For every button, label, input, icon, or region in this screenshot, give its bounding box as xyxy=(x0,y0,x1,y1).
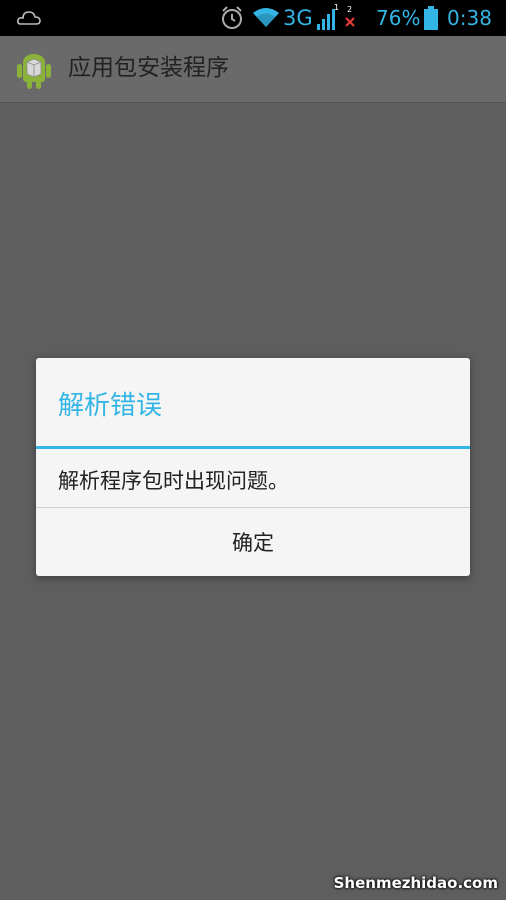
dialog-message: 解析程序包时出现问题。 xyxy=(58,469,289,493)
android-package-icon xyxy=(17,54,51,89)
network-type: 3G xyxy=(283,6,313,30)
cloud-icon xyxy=(17,11,41,25)
action-bar: 应用包安装程序 xyxy=(0,36,506,103)
ok-button[interactable]: 确定 xyxy=(36,508,470,576)
clock: 0:38 xyxy=(447,6,492,30)
signal-icon: 1 xyxy=(317,4,339,30)
no-signal-icon: 2 xyxy=(345,5,355,27)
watermark: Shenmezhidao.com xyxy=(333,874,498,892)
wifi-icon xyxy=(253,8,279,27)
status-bar: 3G 1 2 76% 0:38 xyxy=(0,0,506,36)
dialog-title: 解析错误 xyxy=(58,391,163,421)
parse-error-dialog: 解析错误 解析程序包时出现问题。 确定 xyxy=(36,358,470,576)
title-divider xyxy=(36,446,470,449)
sim2-label: 2 xyxy=(347,5,352,14)
battery-percent: 76% xyxy=(376,6,421,30)
alarm-icon xyxy=(222,6,242,29)
sim1-label: 1 xyxy=(334,4,339,12)
battery-icon xyxy=(424,6,438,30)
screen: 3G 1 2 76% 0:38 应用包安装程序 解析错误 解析程序包时出现问题。… xyxy=(0,0,506,900)
app-title: 应用包安装程序 xyxy=(68,55,229,81)
